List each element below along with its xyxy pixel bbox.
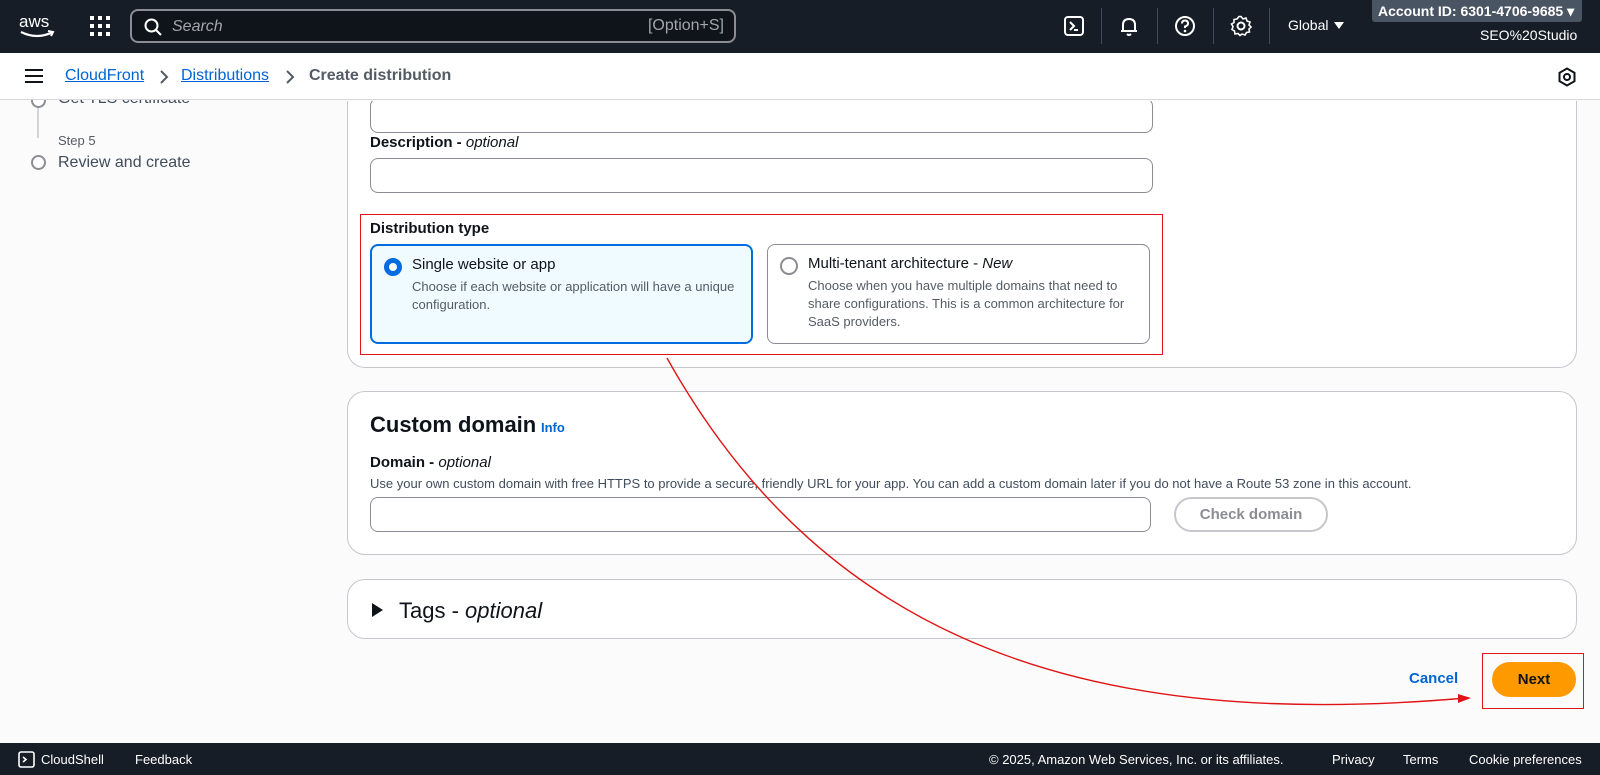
privacy-link[interactable]: Privacy	[1332, 752, 1375, 767]
step-5-label[interactable]: Review and create	[58, 154, 191, 172]
domain-description: Use your own custom domain with free HTT…	[370, 476, 1412, 491]
cookie-preferences-link[interactable]: Cookie preferences	[1469, 752, 1582, 767]
region-selector[interactable]: Global	[1288, 17, 1328, 33]
divider	[1269, 8, 1270, 44]
cloudshell-icon[interactable]	[18, 751, 35, 768]
account-id: Account ID: 6301-4706-9685	[1378, 3, 1564, 19]
svg-text:aws: aws	[19, 12, 49, 31]
divider	[1157, 8, 1158, 44]
annotation-highlight-box	[1482, 653, 1584, 709]
menu-icon[interactable]	[25, 69, 43, 83]
info-link[interactable]: Info	[541, 420, 565, 435]
feedback-link[interactable]: Feedback	[135, 752, 192, 767]
name-input[interactable]	[370, 101, 1153, 133]
chevron-down-icon	[1334, 22, 1344, 29]
divider	[1101, 8, 1102, 44]
account-id-menu[interactable]: Account ID: 6301-4706-9685 ▾	[1372, 0, 1582, 22]
bell-icon[interactable]	[1117, 14, 1141, 38]
preferences-icon[interactable]	[1557, 67, 1577, 87]
custom-domain-heading: Custom domain	[370, 412, 537, 437]
footer: CloudShell Feedback © 2025, Amazon Web S…	[0, 743, 1600, 775]
cloudshell-link[interactable]: CloudShell	[41, 752, 104, 767]
breadcrumb-current: Create distribution	[309, 67, 452, 84]
account-name[interactable]: SEO%20Studio	[1480, 27, 1577, 43]
chevron-right-icon	[286, 70, 295, 84]
chevron-right-icon	[160, 70, 169, 84]
aws-logo[interactable]: aws	[18, 11, 56, 41]
description-input[interactable]	[370, 158, 1153, 193]
step-5-number: Step 5	[58, 133, 96, 148]
cancel-button[interactable]: Cancel	[1409, 670, 1458, 687]
step-5-circle	[31, 155, 46, 170]
tags-heading[interactable]: Tags - optional	[399, 598, 542, 624]
caret-down-icon: ▾	[1567, 3, 1575, 19]
domain-input[interactable]	[370, 497, 1151, 532]
breadcrumb-bar: CloudFront Distributions Create distribu…	[0, 53, 1600, 100]
search-icon	[144, 18, 162, 36]
breadcrumb-distributions[interactable]: Distributions	[181, 67, 269, 85]
settings-icon[interactable]	[1229, 14, 1253, 38]
check-domain-button[interactable]: Check domain	[1174, 497, 1328, 532]
breadcrumb-cloudfront[interactable]: CloudFront	[65, 67, 144, 85]
copyright: © 2025, Amazon Web Services, Inc. or its…	[989, 752, 1284, 767]
cloudshell-icon[interactable]	[1062, 14, 1086, 38]
search-placeholder: Search	[172, 18, 223, 35]
caret-right-icon[interactable]	[372, 603, 383, 617]
grid-icon[interactable]	[90, 16, 110, 36]
search-input[interactable]: Search [Option+S]	[130, 9, 736, 43]
terms-link[interactable]: Terms	[1403, 752, 1438, 767]
domain-label: Domain - optional	[370, 454, 491, 471]
help-icon[interactable]	[1173, 14, 1197, 38]
annotation-highlight-box	[360, 214, 1163, 355]
search-shortcut: [Option+S]	[647, 17, 724, 34]
divider	[1213, 8, 1214, 44]
top-navigation: aws Search [Option+S] Global Account ID:…	[0, 0, 1600, 53]
description-label: Description - optional	[370, 134, 519, 151]
